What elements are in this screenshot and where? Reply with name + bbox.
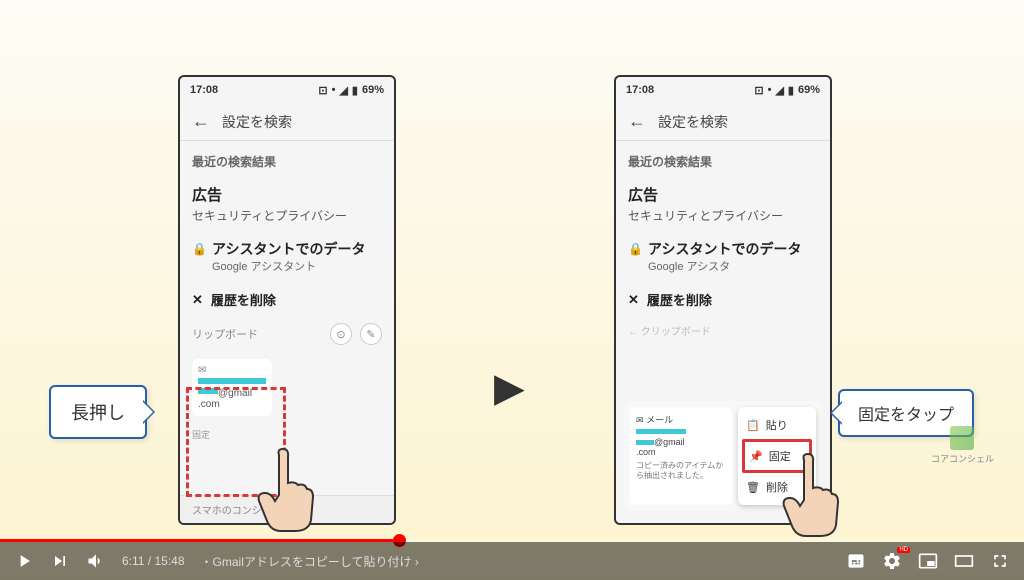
close-icon: ✕ <box>628 292 639 308</box>
history-label: 履歴を削除 <box>211 290 276 309</box>
tutorial-content: 17:08 ⊡ • ◢ ▮ 69% ← 設定を検索 最近の検索結果 広告 セキュ… <box>0 75 1024 525</box>
next-button[interactable] <box>50 551 70 571</box>
result-assistant[interactable]: 🔒 アシスタントでのデータ Google アシスタント <box>180 232 394 282</box>
result-ad[interactable]: 広告 セキュリティとプライバシー <box>180 176 394 232</box>
status-bar: 17:08 ⊡ • ◢ ▮ 69% <box>616 77 830 103</box>
dot-icon: • <box>332 84 336 96</box>
clipboard-label-faded: ← クリップボード <box>616 317 830 344</box>
callout-text: 固定をタップ <box>858 407 954 424</box>
assistant-title: アシスタントでのデータ <box>212 240 365 258</box>
result-title: 広告 <box>628 184 818 205</box>
result-sub: セキュリティとプライバシー <box>628 207 818 224</box>
channel-logo: コアコンシェル <box>931 426 994 465</box>
settings-button[interactable] <box>882 551 902 571</box>
battery-text: 69% <box>798 84 820 96</box>
menu-pin[interactable]: 📌固定 <box>742 439 812 473</box>
video-controls: 6:11 / 15:48 ・Gmailアドレスをコピーして貼り付け › <box>0 542 1024 580</box>
clipboard-panel: ✉ メール @gmail .com コピー済みのアイテムから抽出されました。 📋… <box>624 401 822 511</box>
lock-icon: 🔒 <box>192 242 206 256</box>
search-input[interactable]: 設定を検索 <box>222 112 292 132</box>
phone-screenshot-right: 17:08 ⊡ • ◢ ▮ 69% ← 設定を検索 最近の検索結果 広告 セキュ… <box>614 75 832 525</box>
miniplayer-button[interactable] <box>918 551 938 571</box>
highlight-dashed-box <box>186 387 286 497</box>
toggle-icon[interactable]: ⊙ <box>330 323 352 345</box>
battery-icon: ▮ <box>352 84 358 97</box>
pin-icon: 📌 <box>749 450 763 463</box>
mail-icon: ✉ <box>636 415 644 425</box>
current-time: 6:11 <box>122 554 144 568</box>
history-label: 履歴を削除 <box>647 290 712 309</box>
result-ad[interactable]: 広告 セキュリティとプライバシー <box>616 176 830 232</box>
flow-arrow-icon: ▶ <box>494 365 525 411</box>
edit-icon[interactable]: ✎ <box>360 323 382 345</box>
status-time: 17:08 <box>626 84 654 96</box>
status-time: 17:08 <box>190 84 218 96</box>
assistant-sub: Google アシスタ <box>648 258 801 274</box>
search-bar[interactable]: ← 設定を検索 <box>180 103 394 141</box>
battery-text: 69% <box>362 84 384 96</box>
menu-delete[interactable]: 🗑削除 <box>742 473 812 501</box>
signal-icon: ◢ <box>339 84 347 97</box>
result-assistant[interactable]: 🔒 アシスタントでのデータ Google アシスタ <box>616 232 830 282</box>
bottom-suggestion: スマホのコンシェ <box>180 495 394 523</box>
clipboard-label: リップボード <box>192 326 258 342</box>
dot-icon: • <box>768 84 772 96</box>
instagram-icon: ⊡ <box>754 84 763 97</box>
battery-icon: ▮ <box>788 84 794 97</box>
assistant-sub: Google アシスタント <box>212 258 365 274</box>
lock-icon: 🔒 <box>628 242 642 256</box>
chevron-right-icon: › <box>415 555 419 569</box>
result-sub: セキュリティとプライバシー <box>192 207 382 224</box>
section-recent-title: 最近の検索結果 <box>616 141 830 176</box>
section-recent-title: 最近の検索結果 <box>180 141 394 176</box>
clipboard-header: リップボード ⊙ ✎ <box>180 317 394 351</box>
search-input[interactable]: 設定を検索 <box>658 112 728 132</box>
clipboard-card-mail[interactable]: ✉ メール @gmail .com コピー済みのアイテムから抽出されました。 <box>630 407 732 505</box>
assistant-title: アシスタントでのデータ <box>648 240 801 258</box>
total-time: 15:48 <box>154 554 184 568</box>
play-button[interactable] <box>14 551 34 571</box>
trash-icon: 🗑 <box>746 481 760 494</box>
copied-note: コピー済みのアイテムから抽出されました。 <box>636 461 726 480</box>
logo-mark-icon <box>950 426 974 450</box>
status-icons: ⊡ • ◢ ▮ 69% <box>318 84 384 97</box>
close-icon: ✕ <box>192 292 203 308</box>
status-bar: 17:08 ⊡ • ◢ ▮ 69% <box>180 77 394 103</box>
clear-history[interactable]: ✕ 履歴を削除 <box>616 282 830 317</box>
status-icons: ⊡ • ◢ ▮ 69% <box>754 84 820 97</box>
search-bar[interactable]: ← 設定を検索 <box>616 103 830 141</box>
result-title: 広告 <box>192 184 382 205</box>
back-arrow-icon[interactable]: ← <box>192 111 210 132</box>
clear-history[interactable]: ✕ 履歴を削除 <box>180 282 394 317</box>
signal-icon: ◢ <box>775 84 783 97</box>
back-arrow-icon[interactable]: ← <box>628 111 646 132</box>
menu-paste[interactable]: 📋貼り <box>742 411 812 439</box>
volume-button[interactable] <box>86 551 106 571</box>
time-display: 6:11 / 15:48 <box>122 554 185 568</box>
mail-icon: ✉ <box>198 365 266 376</box>
callout-text: 長押し <box>71 403 125 423</box>
phone-screenshot-left: 17:08 ⊡ • ◢ ▮ 69% ← 設定を検索 最近の検索結果 広告 セキュ… <box>178 75 396 525</box>
subtitles-button[interactable] <box>846 551 866 571</box>
instagram-icon: ⊡ <box>318 84 327 97</box>
logo-text: コアコンシェル <box>931 452 994 465</box>
callout-longpress: 長押し <box>49 385 147 439</box>
mail-label: メール <box>646 415 673 425</box>
video-frame: 17:08 ⊡ • ◢ ▮ 69% ← 設定を検索 最近の検索結果 広告 セキュ… <box>0 0 1024 580</box>
chapter-title[interactable]: ・Gmailアドレスをコピーして貼り付け › <box>201 553 419 570</box>
fullscreen-button[interactable] <box>990 551 1010 571</box>
paste-icon: 📋 <box>746 419 760 432</box>
context-menu: 📋貼り 📌固定 🗑削除 <box>738 407 816 505</box>
theater-button[interactable] <box>954 551 974 571</box>
